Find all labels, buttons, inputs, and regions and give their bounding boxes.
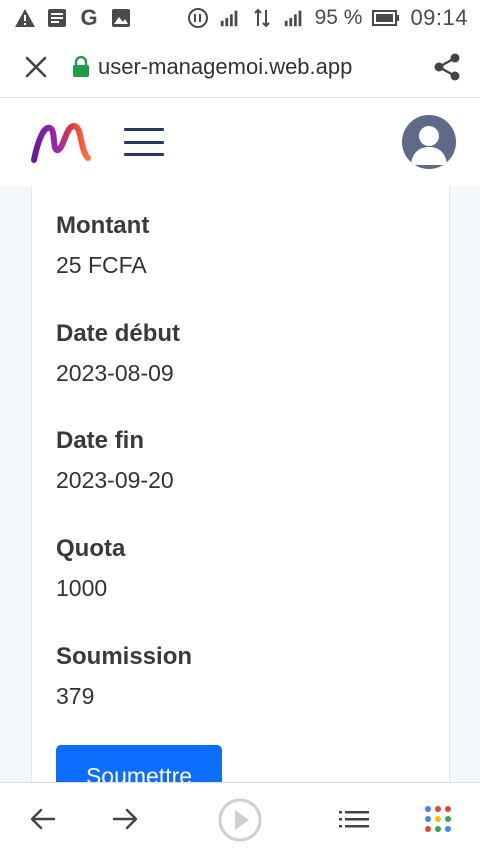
data-transfer-icon (251, 8, 273, 28)
field-label: Quota (56, 535, 126, 562)
main-content: Montant 25 FCFA Date début 2023-08-09 Da… (0, 186, 480, 782)
back-arrow-icon (30, 808, 56, 830)
apps-button[interactable] (418, 799, 458, 839)
field-label: Date début (56, 320, 181, 347)
address-bar[interactable]: user-managemoi.web.app (72, 54, 414, 80)
field-label: Date fin (56, 427, 145, 454)
warning-icon (14, 8, 36, 28)
google-icon: G (80, 5, 98, 30)
image-icon (110, 8, 132, 28)
browser-bottom-nav (0, 782, 480, 854)
app-header (0, 98, 480, 186)
tabs-list-button[interactable] (334, 799, 374, 839)
play-button[interactable] (216, 796, 264, 844)
battery-icon (372, 8, 400, 28)
play-icon (218, 798, 262, 842)
close-tab-button[interactable] (0, 36, 72, 98)
status-bar: G 95 % 09:14 (0, 0, 480, 36)
submit-button[interactable]: Soumettre (56, 745, 222, 782)
hamburger-menu-button[interactable] (124, 125, 164, 159)
share-icon (434, 53, 460, 80)
field-value: 2023-09-20 (56, 467, 174, 493)
apps-dots-icon (425, 806, 451, 832)
clock: 09:14 (410, 5, 468, 30)
field-date-debut: Date début 2023-08-09 (56, 320, 180, 387)
field-quota: Quota 1000 (56, 535, 125, 602)
field-montant: Montant 25 FCFA (56, 212, 149, 279)
user-avatar[interactable] (402, 115, 456, 169)
message-icon (46, 8, 68, 28)
share-button[interactable] (414, 36, 480, 98)
forward-arrow-icon (112, 808, 138, 830)
signal-h-icon (283, 8, 305, 28)
battery-percent: 95 % (314, 6, 363, 29)
data-saver-icon (187, 8, 209, 28)
field-label: Soumission (56, 643, 193, 670)
campaign-card: Montant 25 FCFA Date début 2023-08-09 Da… (31, 186, 450, 782)
browser-toolbar: user-managemoi.web.app (0, 36, 480, 98)
field-value: 2023-08-09 (56, 360, 174, 386)
list-icon (339, 811, 369, 828)
close-icon (25, 56, 47, 77)
field-value: 1000 (56, 575, 108, 601)
lock-icon (73, 55, 89, 77)
app-logo-icon[interactable] (30, 120, 92, 164)
field-soumission: Soumission 379 (56, 643, 192, 710)
forward-button[interactable] (106, 799, 146, 839)
signal-e-icon (219, 8, 241, 28)
url-text: user-managemoi.web.app (98, 53, 353, 79)
field-date-fin: Date fin 2023-09-20 (56, 427, 174, 494)
field-value: 379 (56, 683, 95, 709)
field-label: Montant (56, 212, 150, 239)
field-value: 25 FCFA (56, 252, 147, 278)
back-button[interactable] (22, 799, 62, 839)
